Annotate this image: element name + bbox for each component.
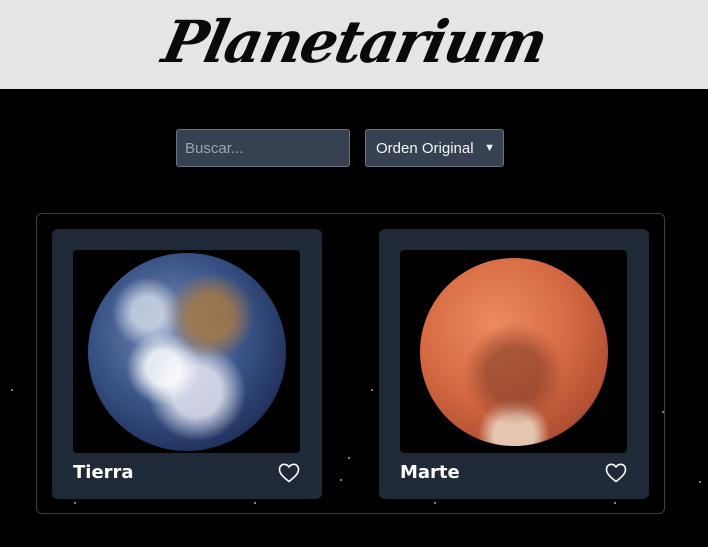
heart-icon[interactable] bbox=[604, 461, 628, 485]
chevron-down-icon: ▼ bbox=[484, 142, 495, 154]
planet-name: Marte bbox=[400, 462, 460, 483]
search-input[interactable] bbox=[176, 129, 350, 167]
planet-card[interactable]: Tierra bbox=[52, 229, 322, 499]
site-header: Planetarium bbox=[0, 0, 708, 89]
filter-controls: Orden Original ▼ bbox=[176, 129, 504, 167]
earth-image bbox=[87, 252, 286, 451]
heart-icon[interactable] bbox=[277, 461, 301, 485]
planet-card[interactable]: Marte bbox=[379, 229, 649, 499]
star bbox=[699, 481, 701, 483]
planet-image-frame bbox=[400, 250, 627, 453]
planet-name: Tierra bbox=[73, 462, 134, 483]
sort-select-value: Orden Original bbox=[376, 139, 474, 157]
planet-image-frame bbox=[73, 250, 300, 453]
sort-select[interactable]: Orden Original ▼ bbox=[365, 129, 504, 167]
mars-image bbox=[419, 257, 608, 446]
star bbox=[11, 389, 13, 391]
site-logo: Planetarium bbox=[156, 7, 552, 76]
